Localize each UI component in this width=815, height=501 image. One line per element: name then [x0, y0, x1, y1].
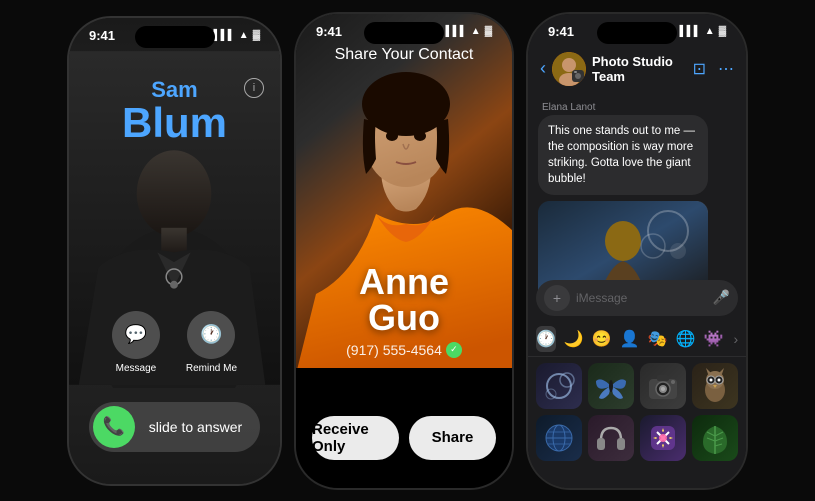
signal-icon-3: ▌▌▌ [680, 26, 701, 37]
share-buttons: Receive Only Share [312, 416, 496, 460]
signal-icon: ▌▌▌ [214, 30, 235, 41]
dynamic-island-2 [364, 22, 444, 44]
messages-area: Elana Lanot This one stands out to me — … [528, 94, 746, 308]
sticker-art[interactable] [640, 415, 686, 461]
sticker-tab-theater[interactable]: 🎭 [648, 326, 668, 352]
share-title: Share Your Contact [335, 46, 474, 63]
remind-action[interactable]: 🕐 Remind Me [186, 311, 237, 374]
status-icons-1: ▌▌▌ ▲ ▓ [214, 30, 260, 41]
call-actions: 💬 Message 🕐 Remind Me [69, 311, 280, 374]
stickers-area: 🕐 🌙 😊 👤 🎭 🌐 👾 › [528, 320, 746, 488]
battery-icon-2: ▓ [485, 26, 492, 37]
sticker-tab-globe[interactable]: 🌐 [676, 326, 696, 352]
group-avatar [552, 52, 586, 86]
sticker-tab-person[interactable]: 👤 [620, 326, 640, 352]
share-button[interactable]: Share [409, 416, 496, 460]
message-sender: Elana Lanot [542, 102, 736, 113]
wifi-icon: ▲ [239, 30, 249, 41]
status-icons-3: ▌▌▌ ▲ ▓ [680, 26, 726, 37]
info-icon[interactable]: i [244, 78, 264, 98]
sticker-headphones[interactable] [588, 415, 634, 461]
phones-container: Sam Blum i 9:41 ▌▌▌ ▲ ▓ 💬 Message 🕐 Remi… [0, 0, 815, 501]
sticker-tabs: 🕐 🌙 😊 👤 🎭 🌐 👾 › [528, 320, 746, 357]
sticker-tab-emoji[interactable]: 😊 [592, 326, 612, 352]
share-header: Share Your Contact [296, 46, 512, 64]
message-action[interactable]: 💬 Message [112, 311, 160, 374]
message-icon: 💬 [112, 311, 160, 359]
battery-icon-3: ▓ [719, 26, 726, 37]
verified-icon: ✓ [446, 342, 462, 358]
slide-text: slide to answer [135, 419, 256, 435]
status-icons-2: ▌▌▌ ▲ ▓ [446, 26, 492, 37]
more-stickers-icon[interactable]: › [733, 331, 738, 347]
wifi-icon-3: ▲ [705, 26, 715, 37]
contact-phone-row: (917) 555-4564 ✓ [296, 342, 512, 358]
contact-first-name: Anne [296, 264, 512, 300]
video-call-icon[interactable]: ⊡ [693, 59, 706, 79]
message-bubble: This one stands out to me — the composit… [538, 115, 708, 195]
more-icon[interactable]: ⋯ [718, 59, 734, 79]
messages-header: ‹ Photo Studio Team ⊡ ⋯ [528, 48, 746, 90]
sticker-tab-recent[interactable]: 🕐 [536, 326, 556, 352]
sticker-tab-alien[interactable]: 👾 [704, 326, 724, 352]
receive-only-button[interactable]: Receive Only [312, 416, 399, 460]
status-time-2: 9:41 [316, 24, 342, 39]
sticker-grid [528, 357, 746, 467]
phone-3-messages: 9:41 ▌▌▌ ▲ ▓ ‹ Photo Stud [526, 12, 748, 490]
phone-2-share-contact: 9:41 ▌▌▌ ▲ ▓ Share Your Contact Anne Guo… [294, 12, 514, 490]
status-time-1: 9:41 [89, 28, 115, 43]
group-name: Photo Studio Team [592, 54, 693, 84]
contact-phone-number: (917) 555-4564 [346, 342, 442, 358]
sticker-butterfly[interactable] [588, 363, 634, 409]
sticker-camera[interactable] [640, 363, 686, 409]
sticker-tab-moon[interactable]: 🌙 [564, 326, 584, 352]
mic-icon[interactable]: 🎤 [713, 289, 730, 306]
slide-to-answer[interactable]: 📞 slide to answer [89, 402, 260, 452]
contact-name: Anne Guo [296, 264, 512, 336]
phone-1-incoming-call: Sam Blum i 9:41 ▌▌▌ ▲ ▓ 💬 Message 🕐 Remi… [67, 16, 282, 486]
wifi-icon-2: ▲ [471, 26, 481, 37]
contact-last-name: Guo [296, 300, 512, 336]
contact-name-area: Anne Guo (917) 555-4564 ✓ [296, 264, 512, 358]
remind-icon: 🕐 [187, 311, 235, 359]
imessage-input[interactable]: iMessage [576, 291, 713, 305]
battery-icon: ▓ [253, 30, 260, 41]
sticker-owl[interactable] [692, 363, 738, 409]
header-icons: ⊡ ⋯ [693, 59, 734, 79]
sticker-leaf[interactable] [692, 415, 738, 461]
sticker-globe[interactable] [536, 415, 582, 461]
dynamic-island-1 [135, 26, 215, 48]
status-time-3: 9:41 [548, 24, 574, 39]
back-arrow-icon[interactable]: ‹ [540, 58, 546, 79]
signal-icon-2: ▌▌▌ [446, 26, 467, 37]
plus-icon[interactable]: + [544, 285, 570, 311]
message-label: Message [116, 363, 157, 374]
dynamic-island-3 [597, 22, 677, 44]
sticker-bubbles[interactable] [536, 363, 582, 409]
message-input-bar[interactable]: + iMessage 🎤 [536, 280, 738, 316]
answer-phone-icon: 📞 [93, 406, 135, 448]
caller-last-name: Blum [69, 102, 280, 144]
remind-label: Remind Me [186, 363, 237, 374]
